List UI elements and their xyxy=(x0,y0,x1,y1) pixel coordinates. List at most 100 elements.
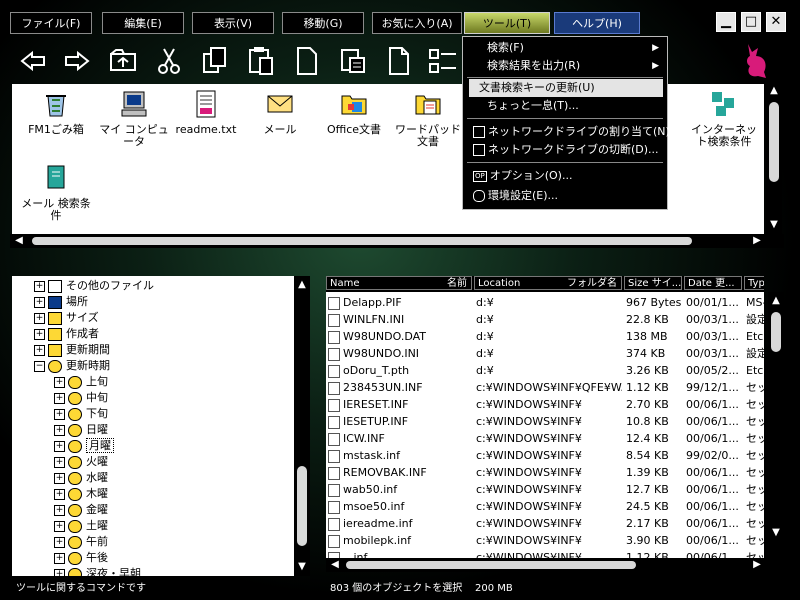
column-header-size[interactable]: Size サイ... xyxy=(624,276,682,290)
tree-item[interactable]: + 深夜・早朝 xyxy=(54,566,141,576)
expand-icon[interactable]: + xyxy=(54,392,65,404)
cut-icon[interactable] xyxy=(152,44,186,78)
tree-vertical-scrollbar[interactable]: ▲ ▼ xyxy=(294,276,310,576)
expand-icon[interactable]: + xyxy=(54,488,65,500)
menu-edit[interactable]: 編集(E) xyxy=(102,12,184,34)
table-row[interactable]: mstask.inf c:¥WINDOWS¥INF¥ 8.54 KB 99/02/0.… xyxy=(326,447,764,464)
scroll-up-icon[interactable]: ▲ xyxy=(295,278,309,292)
menu-item-map-network-drive[interactable]: ネットワークドライブの割り当て(N)... xyxy=(469,123,680,141)
tree-item[interactable]: + 場所 xyxy=(34,294,88,310)
tree-item[interactable]: + 中旬 xyxy=(54,390,108,406)
tree-item[interactable]: + 作成者 xyxy=(34,326,99,342)
expand-icon[interactable]: + xyxy=(34,312,45,324)
scroll-left-icon[interactable]: ◀ xyxy=(12,234,26,248)
blank-page-icon[interactable] xyxy=(382,44,416,78)
icons-vertical-scrollbar[interactable]: ▲ ▼ xyxy=(766,82,782,234)
table-row[interactable]: oDoru_T.pth d:¥ 3.26 KB 00/05/2... Etc xyxy=(326,362,764,379)
table-row[interactable]: iereadme.inf c:¥WINDOWS¥INF¥ 2.17 KB 00/06/… xyxy=(326,515,764,532)
tree-item[interactable]: + 木曜 xyxy=(54,486,108,502)
icon-item[interactable]: マイ コンピュータ xyxy=(98,88,170,148)
icon-item[interactable]: FM1ごみ箱 xyxy=(20,88,92,136)
expand-icon[interactable]: + xyxy=(54,472,65,484)
expand-icon[interactable]: + xyxy=(54,504,65,516)
tree-item[interactable]: + 金曜 xyxy=(54,502,108,518)
tree-item[interactable]: + 下旬 xyxy=(54,406,108,422)
expand-icon[interactable]: + xyxy=(34,280,45,292)
menu-item-search[interactable]: 検索(F) ▶ xyxy=(469,39,663,57)
expand-icon[interactable]: + xyxy=(54,376,65,388)
column-header-date[interactable]: Date 更... xyxy=(684,276,742,290)
table-row[interactable]: IERESET.INF c:¥WINDOWS¥INF¥ 2.70 KB 00/06/1… xyxy=(326,396,764,413)
tree-item[interactable]: + 午後 xyxy=(54,550,108,566)
scroll-thumb[interactable] xyxy=(769,102,779,182)
tree-item[interactable]: + 更新期間 xyxy=(34,342,110,358)
expand-icon[interactable]: + xyxy=(54,520,65,532)
table-row[interactable]: ICW.INF c:¥WINDOWS¥INF¥ 12.4 KB 00/06/1... セ… xyxy=(326,430,764,447)
scroll-right-icon[interactable]: ▶ xyxy=(750,234,764,248)
scroll-thumb[interactable] xyxy=(32,237,692,245)
menu-tools[interactable]: ツール(T) xyxy=(464,12,550,34)
collapse-icon[interactable]: − xyxy=(34,360,45,372)
icon-item[interactable]: メール 検索条件 xyxy=(20,162,92,222)
tree-item[interactable]: + 月曜 xyxy=(54,438,114,454)
menu-item-disconnect-network-drive[interactable]: ネットワークドライブの切断(D)... xyxy=(469,141,663,159)
scroll-thumb[interactable] xyxy=(346,561,636,569)
scroll-thumb[interactable] xyxy=(771,312,781,352)
scroll-down-icon[interactable]: ▼ xyxy=(295,560,309,574)
table-row[interactable]: WINLFN.INI d:¥ 22.8 KB 00/03/1... 設定 xyxy=(326,311,764,328)
list-vertical-scrollbar[interactable]: ▲ ▼ xyxy=(768,292,784,544)
icon-item[interactable]: ワードパッド文書 xyxy=(392,88,464,148)
tree-item[interactable]: + 火曜 xyxy=(54,454,108,470)
forward-icon[interactable] xyxy=(60,44,94,78)
column-header-type[interactable]: Type 種類 xyxy=(744,276,764,290)
column-header-name[interactable]: Name 名前 xyxy=(326,276,472,290)
table-row[interactable]: W98UNDO.DAT d:¥ 138 MB 00/03/1... Etc xyxy=(326,328,764,345)
expand-icon[interactable]: + xyxy=(54,536,65,548)
tree-item[interactable]: + 午前 xyxy=(54,534,108,550)
menu-item-export-results[interactable]: 検索結果を出力(R) ▶ xyxy=(469,57,663,75)
scroll-up-icon[interactable]: ▲ xyxy=(767,84,781,98)
close-button[interactable]: ✕ xyxy=(766,12,786,32)
tree-item[interactable]: + サイズ xyxy=(34,310,99,326)
tree-item[interactable]: − 更新時期 xyxy=(34,358,110,374)
expand-icon[interactable]: + xyxy=(54,568,65,576)
table-row[interactable]: IESETUP.INF c:¥WINDOWS¥INF¥ 10.8 KB 00/06/1… xyxy=(326,413,764,430)
minimize-button[interactable]: ▁ xyxy=(716,12,736,32)
table-row[interactable]: Delapp.PIF d:¥ 967 Bytes 00/01/1... MS- xyxy=(326,294,764,311)
expand-icon[interactable]: + xyxy=(54,440,65,452)
scroll-left-icon[interactable]: ◀ xyxy=(328,558,342,572)
folder-up-icon[interactable] xyxy=(106,44,140,78)
paste-icon[interactable] xyxy=(244,44,278,78)
menu-favorites[interactable]: お気に入り(A) xyxy=(372,12,462,34)
menu-view[interactable]: 表示(V) xyxy=(192,12,274,34)
expand-icon[interactable]: + xyxy=(54,424,65,436)
menu-item-options[interactable]: OP オプション(O)... xyxy=(469,167,663,185)
tree-item[interactable]: + 日曜 xyxy=(54,422,108,438)
menu-item-preferences[interactable]: 環境設定(E)... xyxy=(469,187,663,205)
expand-icon[interactable]: + xyxy=(34,328,45,340)
scroll-down-icon[interactable]: ▼ xyxy=(767,218,781,232)
menu-go[interactable]: 移動(G) xyxy=(282,12,364,34)
expand-icon[interactable]: + xyxy=(34,344,45,356)
scroll-up-icon[interactable]: ▲ xyxy=(769,294,783,308)
menu-help[interactable]: ヘルプ(H) xyxy=(554,12,640,34)
tree-item[interactable]: + 上旬 xyxy=(54,374,108,390)
table-row[interactable]: 238453UN.INF c:¥WINDOWS¥INF¥QFE¥W... 1.12 … xyxy=(326,379,764,396)
scroll-right-icon[interactable]: ▶ xyxy=(750,558,764,572)
expand-icon[interactable]: + xyxy=(54,456,65,468)
table-row[interactable]: wab50.inf c:¥WINDOWS¥INF¥ 12.7 KB 00/06/1..… xyxy=(326,481,764,498)
table-row[interactable]: REMOVBAK.INF c:¥WINDOWS¥INF¥ 1.39 KB 00/06/… xyxy=(326,464,764,481)
tree-item[interactable]: + その他のファイル xyxy=(34,278,154,294)
tree-item[interactable]: + 土曜 xyxy=(54,518,108,534)
icon-item[interactable]: インターネット検索条件 xyxy=(688,88,760,148)
expand-icon[interactable]: + xyxy=(54,552,65,564)
details-view-icon[interactable] xyxy=(426,44,460,78)
list-horizontal-scrollbar[interactable]: ◀ ▶ xyxy=(326,558,784,572)
column-header-location[interactable]: Location フォルダ名 xyxy=(474,276,622,290)
menu-item-update-search-keys[interactable]: 文書検索キーの更新(U) xyxy=(469,79,663,97)
menu-item-take-break[interactable]: ちょっと一息(T)... xyxy=(469,97,663,115)
new-document-icon[interactable] xyxy=(336,44,370,78)
icon-item[interactable]: readme.txt xyxy=(170,88,242,136)
icons-horizontal-scrollbar[interactable]: ◀ ▶ xyxy=(10,234,784,248)
table-row[interactable]: W98UNDO.INI d:¥ 374 KB 00/03/1... 設定 xyxy=(326,345,764,362)
